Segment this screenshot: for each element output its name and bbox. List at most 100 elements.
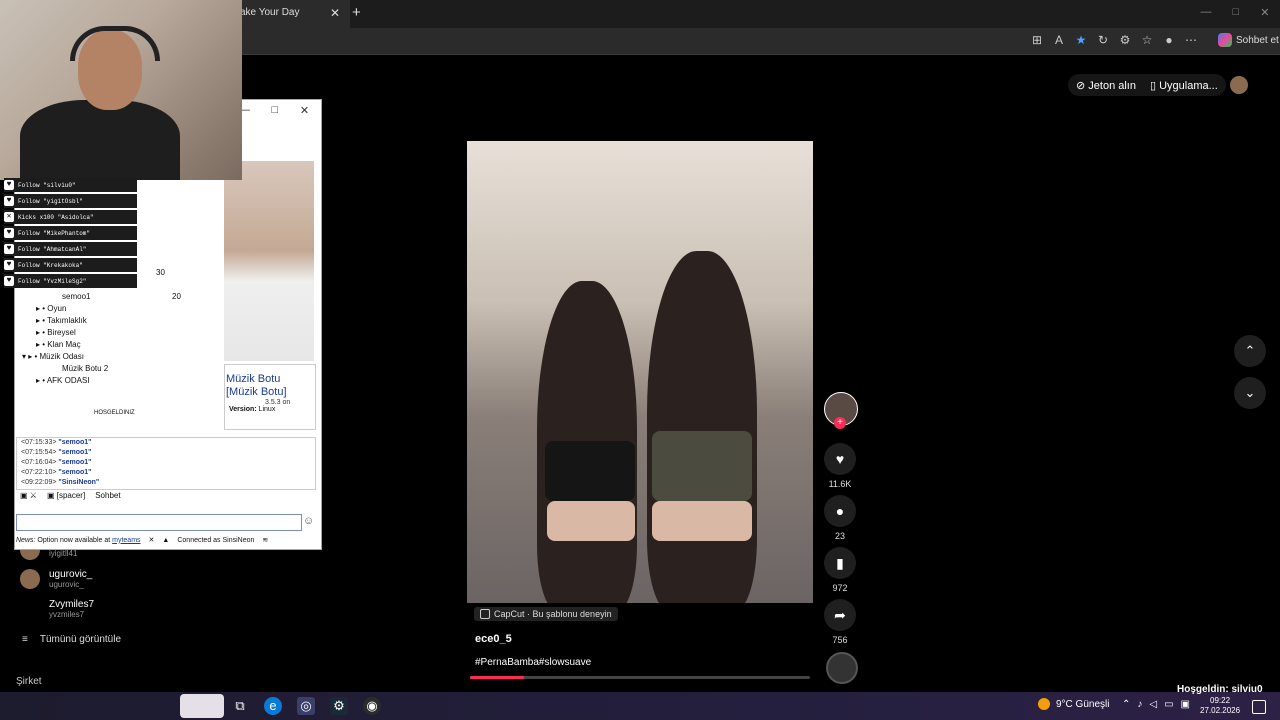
save-count: 972: [832, 583, 848, 593]
site-header-actions: ⊘ Jeton alın ▯ Uygulama...: [1068, 74, 1226, 96]
new-tab-button[interactable]: +: [352, 4, 361, 21]
account-name[interactable]: ugurovic_: [49, 569, 92, 580]
get-coins-button[interactable]: ⊘ Jeton alın: [1076, 79, 1136, 92]
user-avatar[interactable]: [1230, 76, 1248, 94]
taskbar-clock[interactable]: 09:22 27.02.2026: [1200, 696, 1240, 716]
ts-close-icon[interactable]: ✕: [300, 104, 309, 117]
refresh-icon[interactable]: ↻: [1096, 33, 1110, 47]
video-author[interactable]: ece0_5: [475, 633, 512, 645]
channel-bireysel[interactable]: ▸ • Bireysel: [36, 328, 76, 337]
volume-icon[interactable]: ◁: [1149, 699, 1157, 710]
chat-name[interactable]: "semoo1": [58, 449, 91, 456]
edge-icon[interactable]: e: [264, 697, 282, 715]
capcut-badge[interactable]: CapCut · Bu şablonu deneyin: [474, 607, 618, 621]
news-close-icon[interactable]: ✕: [149, 536, 155, 544]
follow-text: Kicks x100 "Asidolca": [18, 213, 94, 221]
get-coins-label: Jeton alın: [1088, 79, 1136, 92]
weather-icon: [1038, 698, 1050, 710]
video-hashtags[interactable]: #PernaBamba#slowsuave: [475, 657, 591, 668]
list-icon: ≡: [22, 634, 28, 645]
tray-chevron-icon[interactable]: ⌃: [1122, 699, 1130, 710]
clock-time: 09:22: [1210, 696, 1231, 705]
chat-name[interactable]: "SinsiNeon": [58, 479, 99, 486]
extensions-icon[interactable]: ⚙: [1118, 33, 1132, 47]
previous-video-button[interactable]: ⌃: [1234, 335, 1266, 367]
channel-label: Bireysel: [47, 328, 76, 337]
follow-plus-icon[interactable]: +: [834, 417, 846, 429]
next-video-button[interactable]: ⌄: [1234, 377, 1266, 409]
account-name[interactable]: Zvymiles7: [49, 599, 94, 610]
taskbar-thumbnail[interactable]: [180, 694, 224, 718]
music-disc-icon[interactable]: [826, 652, 858, 684]
get-app-label: Uygulama...: [1159, 79, 1218, 92]
favorite-star-icon[interactable]: ★: [1074, 33, 1088, 47]
see-all-button[interactable]: ≡ Tümünü görüntüle: [22, 634, 121, 645]
video-player[interactable]: [467, 141, 813, 603]
favorites-icon[interactable]: ☆: [1140, 33, 1154, 47]
bot-name: Müzik Botu [Müzik Botu]: [226, 373, 287, 398]
microphone-icon[interactable]: ♪: [1137, 699, 1142, 710]
chat-log: <07:15:33> "semoo1": !ara herkes kendine…: [16, 437, 316, 490]
translate-icon[interactable]: A: [1052, 33, 1066, 47]
tab-close-icon[interactable]: ✕: [330, 6, 340, 20]
weather-text: 9°C Güneşli: [1056, 698, 1110, 710]
get-app-button[interactable]: ▯ Uygulama...: [1150, 79, 1218, 92]
chat-line: <07:16:04> "semoo1": !ara warni warni: [17, 458, 315, 468]
follow-alert: ♥ Follow "silviu0": [4, 178, 137, 192]
news-link[interactable]: myteams: [112, 537, 140, 544]
emoji-icon[interactable]: ☺: [303, 515, 314, 527]
network-icon[interactable]: ▭: [1164, 699, 1173, 710]
app-view-icon[interactable]: ⊞: [1030, 33, 1044, 47]
news-text: Option now available at: [37, 536, 111, 544]
version-row: Version: Linux: [225, 406, 315, 413]
ts-maximize-icon[interactable]: □: [272, 104, 279, 116]
os-value: Linux: [258, 406, 276, 413]
task-view-icon[interactable]: ⧉: [231, 697, 249, 715]
channel-klan[interactable]: ▸ • Klan Maç: [36, 340, 81, 349]
chat-message: : !ara herkes kendine yakışanı yapsın re…: [91, 439, 227, 446]
channel-afk[interactable]: ▸ • AFK ODASI: [36, 376, 90, 385]
more-icon[interactable]: ⋯: [1184, 33, 1198, 47]
copilot-button[interactable]: Sohbet et: [1218, 33, 1279, 47]
close-icon[interactable]: ✕: [1260, 6, 1269, 19]
channel-takim[interactable]: ▸ • Takımlaklık: [36, 316, 87, 325]
window-controls: — □ ✕: [1190, 6, 1280, 19]
tab-sohbet[interactable]: Sohbet: [95, 491, 120, 500]
tree-user[interactable]: semoo1: [62, 292, 90, 301]
see-all-label: Tümünü görüntüle: [39, 634, 122, 645]
bookmark-icon[interactable]: ▮: [824, 547, 856, 579]
account-avatar[interactable]: [20, 569, 40, 589]
profile-icon[interactable]: ●: [1162, 33, 1176, 47]
obs-icon[interactable]: ◉: [363, 697, 381, 715]
share-icon[interactable]: ➦: [824, 599, 856, 631]
tab-server[interactable]: ▣ ⚔: [20, 491, 37, 500]
chat-name[interactable]: "semoo1": [58, 459, 91, 466]
channel-muzik[interactable]: ▾ ▸ • Müzik Odası: [22, 352, 84, 361]
tray-app-icon[interactable]: ▣: [1181, 699, 1190, 710]
chat-tabs: ▣ ⚔ ▣ [spacer] Sohbet: [20, 491, 121, 500]
weather-widget[interactable]: 9°C Güneşli: [1038, 698, 1109, 710]
teamspeak-taskbar-icon[interactable]: ◎: [297, 697, 315, 715]
chat-name[interactable]: "semoo1": [58, 439, 91, 446]
user-count: 20: [172, 292, 181, 301]
maximize-icon[interactable]: □: [1233, 6, 1240, 19]
notification-icon[interactable]: [1252, 700, 1266, 714]
tab-spacer[interactable]: ▣ [spacer]: [47, 491, 85, 500]
comment-icon[interactable]: ●: [824, 495, 856, 527]
follow-text: Follow "Krekakoka": [18, 261, 83, 269]
tab-label: [spacer]: [56, 491, 86, 500]
like-icon[interactable]: ♥: [824, 443, 856, 475]
webcam-feed: [0, 0, 242, 180]
tree-bot[interactable]: Müzik Botu 2: [62, 364, 108, 373]
channel-oyun[interactable]: ▸ • Oyun: [36, 304, 66, 313]
minimize-icon[interactable]: —: [1201, 6, 1212, 19]
follow-alert: ♥ Follow "YvzMileSg2": [4, 274, 137, 288]
video-figure-right: [647, 251, 757, 603]
chat-name[interactable]: "semoo1": [58, 469, 91, 476]
follow-text: Follow "AhmatcanAl": [18, 245, 87, 253]
video-progress-bar[interactable]: [470, 676, 810, 679]
chat-input[interactable]: [16, 514, 302, 531]
follow-text: Follow "silviu0": [18, 181, 76, 189]
connection-status: Connected as SinsiNeon: [177, 536, 255, 544]
steam-icon[interactable]: ⚙: [330, 697, 348, 715]
